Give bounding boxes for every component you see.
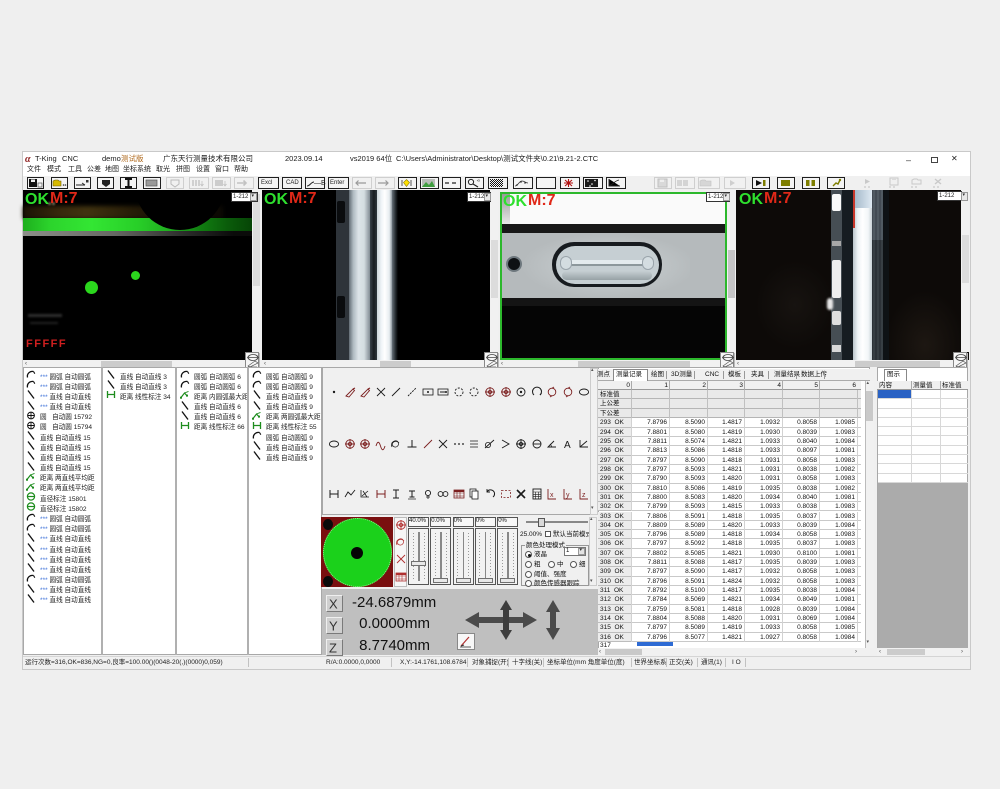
svg-text:Z: Z: [329, 641, 337, 656]
svg-text:Y: Y: [329, 619, 338, 634]
svg-text:x: x: [550, 492, 554, 499]
svg-text:z: z: [582, 492, 586, 499]
svg-text:y: y: [566, 492, 570, 499]
svg-text:X: X: [329, 597, 338, 612]
svg-text:—B: —B: [314, 180, 326, 187]
svg-text:A: A: [564, 440, 571, 451]
